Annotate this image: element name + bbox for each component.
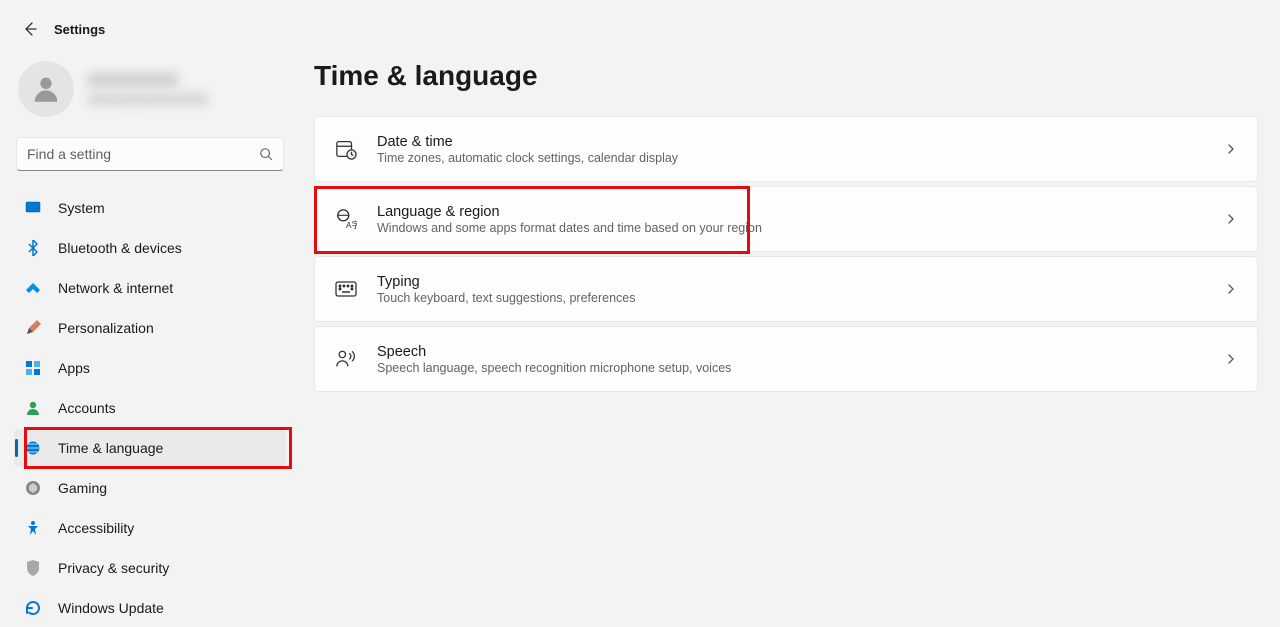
chevron-right-icon <box>1225 283 1237 295</box>
system-icon <box>24 199 42 217</box>
sidebar-item-privacy[interactable]: Privacy & security <box>14 549 286 587</box>
card-date-time[interactable]: Date & time Time zones, automatic clock … <box>314 116 1258 182</box>
search-icon <box>259 147 273 161</box>
personalization-icon <box>24 319 42 337</box>
typing-icon <box>335 278 357 300</box>
sidebar-item-label: Privacy & security <box>58 560 169 576</box>
sidebar-item-label: Apps <box>58 360 90 376</box>
language-region-icon: A字 <box>335 208 357 230</box>
content-area: Time & language Date & time Time zones, … <box>300 40 1280 627</box>
user-email: redacted <box>88 93 208 105</box>
sidebar-item-gaming[interactable]: Gaming <box>14 469 286 507</box>
page-title: Time & language <box>314 60 1258 92</box>
back-button[interactable] <box>22 21 38 37</box>
sidebar-item-label: Time & language <box>58 440 163 456</box>
sidebar-item-accounts[interactable]: Accounts <box>14 389 286 427</box>
sidebar-item-label: System <box>58 200 105 216</box>
apps-icon <box>24 359 42 377</box>
avatar <box>18 61 74 117</box>
sidebar-item-network[interactable]: Network & internet <box>14 269 286 307</box>
card-subtitle: Touch keyboard, text suggestions, prefer… <box>377 291 1225 305</box>
chevron-right-icon <box>1225 353 1237 365</box>
accounts-icon <box>24 399 42 417</box>
user-name: redacted <box>88 73 178 87</box>
chevron-right-icon <box>1225 213 1237 225</box>
card-list: Date & time Time zones, automatic clock … <box>314 116 1258 392</box>
search-box[interactable] <box>16 137 284 171</box>
sidebar-item-accessibility[interactable]: Accessibility <box>14 509 286 547</box>
date-time-icon <box>335 138 357 160</box>
card-subtitle: Time zones, automatic clock settings, ca… <box>377 151 1225 165</box>
sidebar: redacted redacted System Bluetooth & <box>0 40 300 627</box>
sidebar-item-time-language[interactable]: Time & language <box>14 429 286 467</box>
sidebar-item-label: Bluetooth & devices <box>58 240 182 256</box>
search-input[interactable] <box>27 146 259 162</box>
svg-text:A字: A字 <box>346 220 357 230</box>
privacy-icon <box>24 559 42 577</box>
sidebar-item-label: Windows Update <box>58 600 164 616</box>
sidebar-item-label: Accounts <box>58 400 116 416</box>
user-block[interactable]: redacted redacted <box>14 55 286 127</box>
chevron-right-icon <box>1225 143 1237 155</box>
card-title: Speech <box>377 344 1225 360</box>
nav-list: System Bluetooth & devices Network & int… <box>14 189 286 627</box>
sidebar-item-windows-update[interactable]: Windows Update <box>14 589 286 627</box>
sidebar-item-system[interactable]: System <box>14 189 286 227</box>
sidebar-item-label: Network & internet <box>58 280 173 296</box>
sidebar-item-label: Gaming <box>58 480 107 496</box>
card-language-region[interactable]: A字 Language & region Windows and some ap… <box>314 186 1258 252</box>
card-typing[interactable]: Typing Touch keyboard, text suggestions,… <box>314 256 1258 322</box>
card-subtitle: Speech language, speech recognition micr… <box>377 361 1225 375</box>
time-language-icon <box>24 439 42 457</box>
sidebar-item-personalization[interactable]: Personalization <box>14 309 286 347</box>
sidebar-item-label: Personalization <box>58 320 154 336</box>
card-speech[interactable]: Speech Speech language, speech recogniti… <box>314 326 1258 392</box>
network-icon <box>24 279 42 297</box>
sidebar-item-label: Accessibility <box>58 520 134 536</box>
card-title: Language & region <box>377 204 1225 220</box>
accessibility-icon <box>24 519 42 537</box>
speech-icon <box>335 348 357 370</box>
app-title: Settings <box>54 22 105 37</box>
card-subtitle: Windows and some apps format dates and t… <box>377 221 1225 235</box>
card-title: Typing <box>377 274 1225 290</box>
sidebar-item-bluetooth[interactable]: Bluetooth & devices <box>14 229 286 267</box>
card-title: Date & time <box>377 134 1225 150</box>
sidebar-item-apps[interactable]: Apps <box>14 349 286 387</box>
bluetooth-icon <box>24 239 42 257</box>
gaming-icon <box>24 479 42 497</box>
windows-update-icon <box>24 599 42 617</box>
